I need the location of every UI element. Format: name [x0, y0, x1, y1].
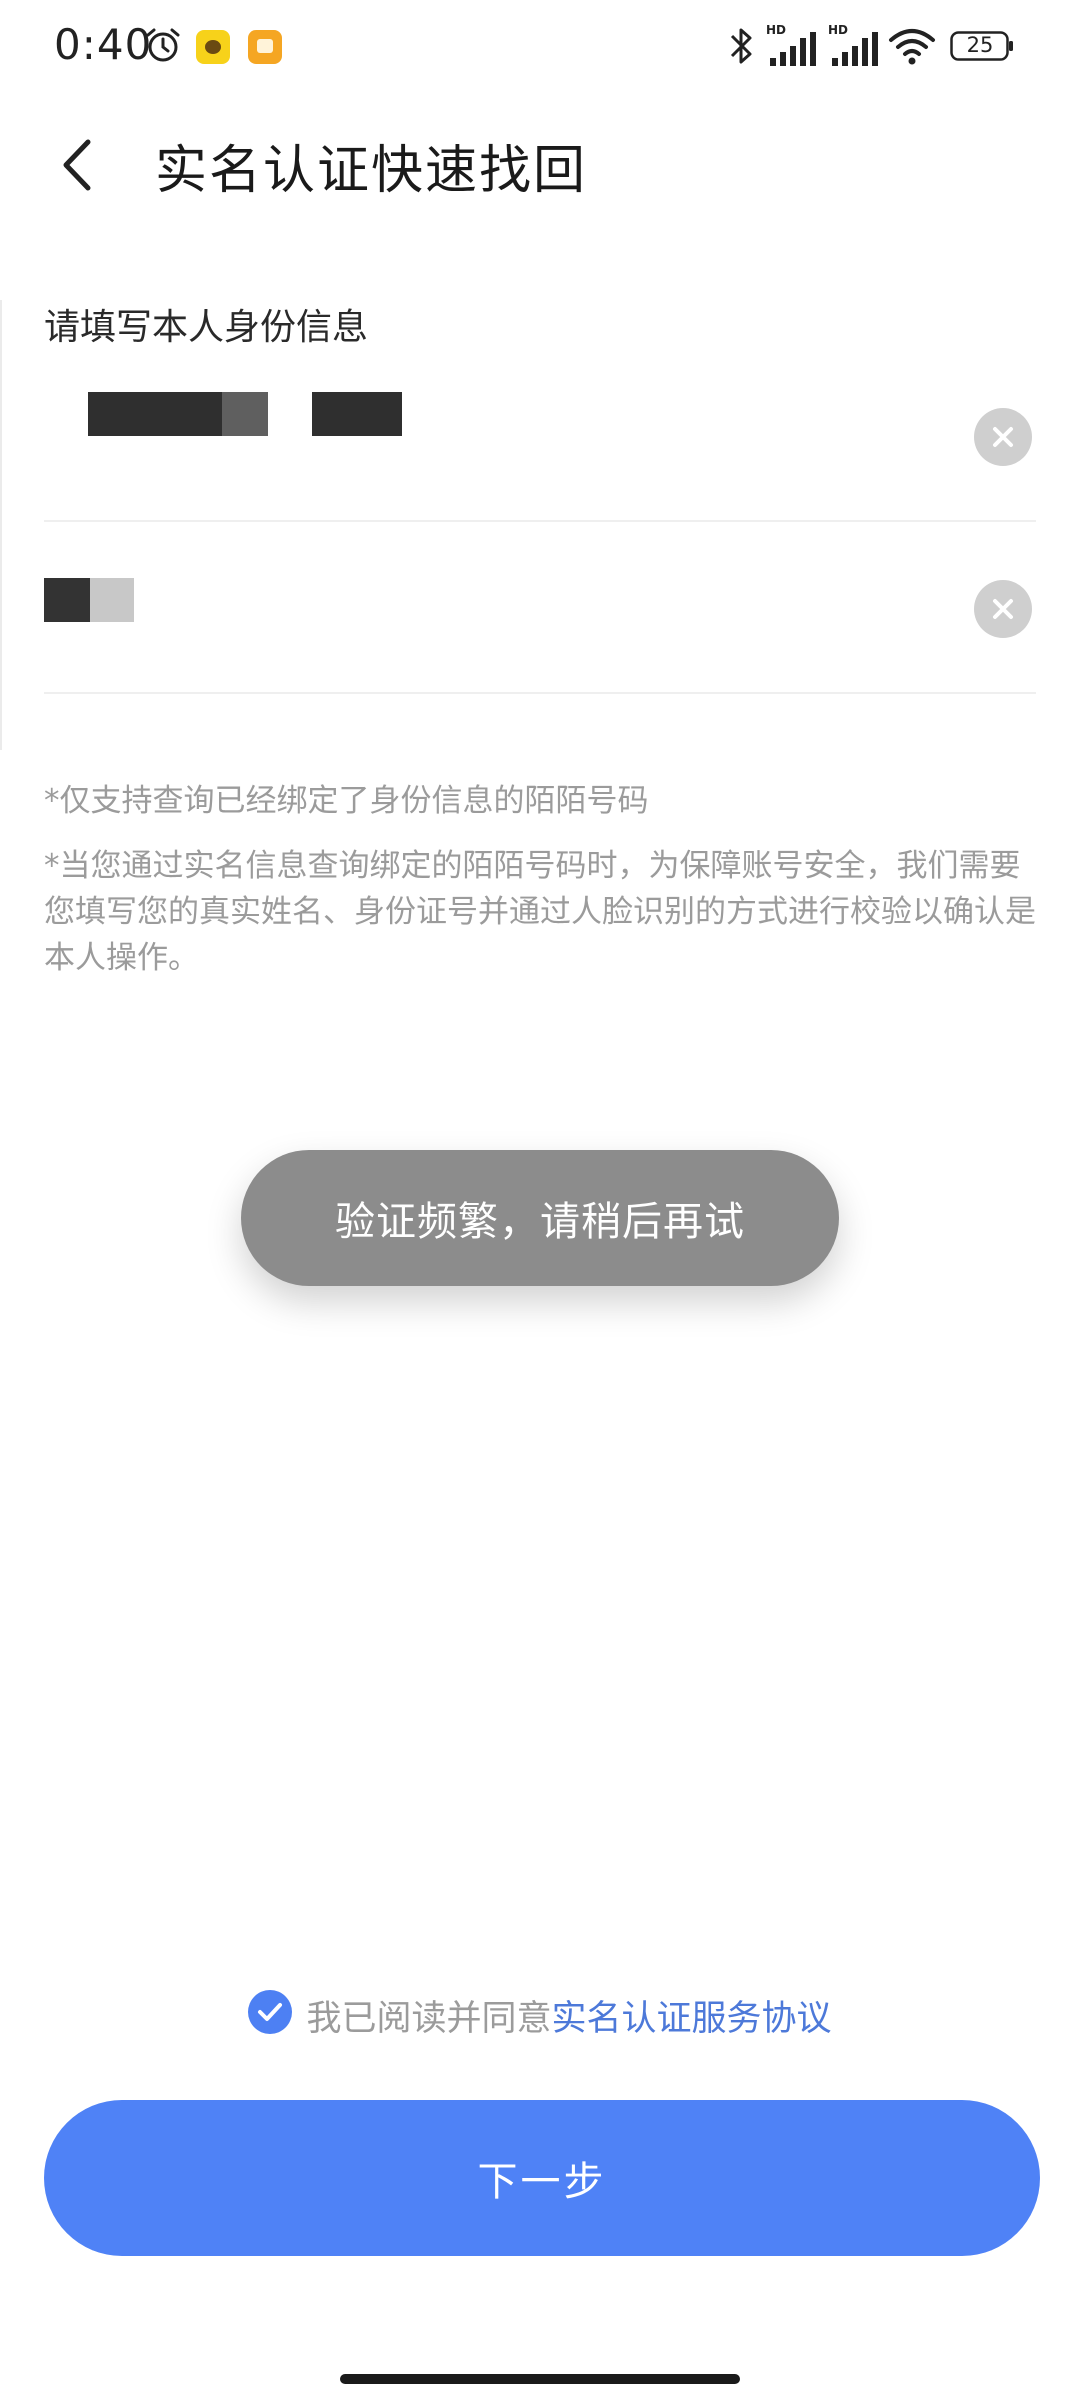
- header: 实名认证快速找回: [0, 110, 1080, 220]
- id-number-field[interactable]: [44, 524, 1036, 694]
- battery-level: 25: [966, 33, 994, 57]
- real-name-recovery-screen: 0:40 HD HD 25 实名认证快速找回 请填写本人身份信息 *仅支持查询已…: [0, 0, 1080, 2400]
- svg-text:HD: HD: [766, 23, 786, 37]
- clear-icon: [993, 427, 1013, 447]
- clear-icon: [993, 599, 1013, 619]
- checkmark-icon: [258, 2002, 283, 2021]
- divider: [44, 520, 1036, 522]
- page-title: 实名认证快速找回: [155, 141, 588, 201]
- hd-signal-icon: HD: [766, 23, 816, 66]
- app-notification-icon: [196, 30, 230, 64]
- masked-text: [44, 578, 90, 622]
- agreement-row: 我已阅读并同意实名认证服务协议: [0, 1989, 1080, 2050]
- status-time: 0:40: [54, 20, 153, 69]
- clear-id-button[interactable]: [974, 580, 1032, 638]
- masked-text: [88, 392, 222, 436]
- divider: [44, 692, 1036, 694]
- wifi-icon: [889, 29, 935, 65]
- back-button[interactable]: [52, 130, 112, 200]
- name-field[interactable]: [44, 352, 1036, 522]
- toast-message: 验证频繁，请稍后再试: [241, 1150, 839, 1286]
- agreement-link[interactable]: 实名认证服务协议: [552, 1999, 832, 2039]
- hd-signal-icon: HD: [828, 23, 878, 66]
- note-verification: *当您通过实名信息查询绑定的陌陌号码时，为保障账号安全，我们需要您填写您的真实姓…: [44, 848, 1036, 976]
- next-button[interactable]: 下一步: [44, 2100, 1040, 2256]
- alarm-icon: [146, 28, 180, 62]
- agreement-checkbox[interactable]: [248, 1989, 293, 2034]
- masked-text: [222, 392, 268, 436]
- svg-text:HD: HD: [828, 23, 848, 37]
- chevron-left-icon: [63, 139, 91, 191]
- app-notification-icon: [248, 30, 282, 64]
- note-binding-support: *仅支持查询已经绑定了身份信息的陌陌号码: [44, 783, 649, 819]
- home-indicator[interactable]: [340, 2374, 740, 2384]
- masked-text: [90, 578, 134, 622]
- masked-text: [312, 392, 402, 436]
- agreement-text: 我已阅读并同意: [306, 1999, 552, 2039]
- edge-divider: [0, 300, 2, 750]
- section-label: 请填写本人身份信息: [44, 307, 369, 348]
- clear-name-button[interactable]: [974, 408, 1032, 466]
- battery-icon: 25: [950, 30, 1014, 62]
- status-bar: 0:40 HD HD 25: [0, 0, 1080, 96]
- bluetooth-icon: [730, 28, 752, 64]
